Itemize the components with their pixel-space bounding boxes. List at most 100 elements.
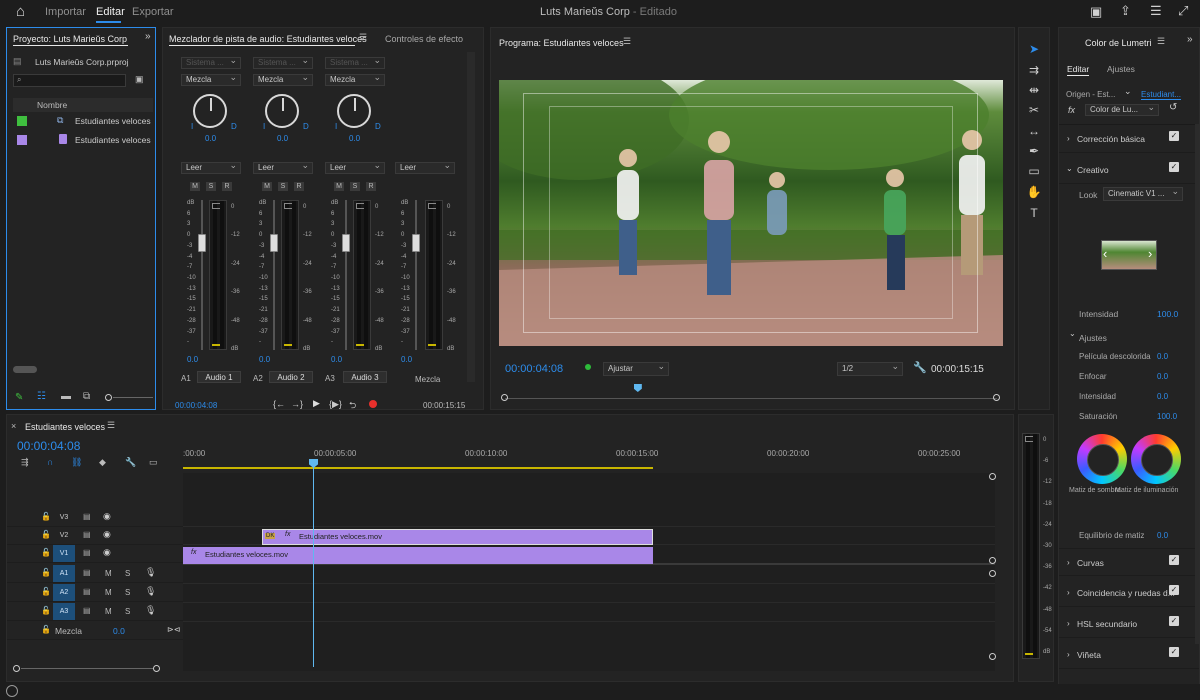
microphone-icon[interactable]: 🎙 — [145, 605, 156, 616]
add-marker-icon[interactable]: ◆ — [99, 457, 106, 468]
microphone-icon[interactable]: 🎙 — [145, 586, 156, 597]
wrench-icon[interactable]: 🔧 — [913, 361, 927, 374]
volume-fader-handle[interactable] — [412, 234, 420, 252]
track-target-v3[interactable]: V3 — [53, 509, 75, 526]
go-to-out-icon[interactable]: →} — [291, 399, 303, 409]
section-vineta[interactable]: › Viñeta ✓ — [1059, 641, 1199, 669]
subtab-editar[interactable]: Editar — [1067, 64, 1089, 74]
program-timecode[interactable]: 00:00:04:08 — [505, 363, 563, 375]
subtab-ajustes[interactable]: Ajustes — [1107, 64, 1135, 74]
snap-icon[interactable]: ∩ — [47, 457, 53, 467]
nav-editar[interactable]: Editar — [96, 6, 125, 18]
section-toggle-checkbox[interactable]: ✓ — [1169, 162, 1179, 172]
go-to-in-icon[interactable]: {← — [273, 399, 285, 409]
track-target-a2[interactable]: A2 — [53, 584, 75, 601]
fader-value[interactable]: 0.0 — [259, 355, 270, 364]
timeline-menu-icon[interactable]: ☰ — [107, 420, 115, 431]
list-view-icon[interactable]: ☷ — [37, 391, 46, 402]
project-search-input[interactable]: ⌕ — [13, 74, 126, 87]
icon-view-icon[interactable]: ▬ — [61, 391, 71, 402]
linked-selection-icon[interactable]: ⛓ — [71, 457, 82, 468]
look-dropdown[interactable]: Cinematic V1 ... — [1103, 187, 1183, 201]
eye-icon[interactable]: ◉ — [103, 529, 111, 540]
eye-icon[interactable]: ◉ — [103, 547, 111, 558]
chevron-right-icon[interactable]: › — [1148, 246, 1152, 261]
program-tab[interactable]: Programa: Estudiantes veloces — [499, 38, 624, 48]
fullscreen-icon[interactable]: ⤢ — [1178, 3, 1188, 19]
adjust-value[interactable]: 100.0 — [1157, 412, 1177, 421]
ajustes-label[interactable]: Ajustes — [1079, 333, 1107, 343]
panel-overflow-icon[interactable]: » — [1187, 34, 1193, 45]
section-toggle-checkbox[interactable]: ✓ — [1169, 555, 1179, 565]
section-toggle-checkbox[interactable]: ✓ — [1169, 647, 1179, 657]
effect-dropdown[interactable]: Color de Lu... — [1085, 104, 1159, 116]
program-video-frame[interactable] — [499, 80, 1003, 346]
channel-name-a1[interactable]: Audio 1 — [197, 371, 241, 383]
lumetri-v-scrollbar[interactable] — [1195, 124, 1199, 644]
captions-icon[interactable]: ▭ — [149, 457, 158, 468]
volume-fader-handle[interactable] — [198, 234, 206, 252]
nav-importar[interactable]: Importar — [45, 6, 86, 18]
time-ruler[interactable]: :00:00 00:00:05:00 00:00:10:00 00:00:15:… — [183, 441, 995, 471]
section-correccion-basica[interactable]: › Corrección básica ✓ — [1059, 125, 1199, 153]
close-sequence-icon[interactable]: × — [11, 421, 16, 431]
fader-value[interactable]: 0.0 — [187, 355, 198, 364]
zoom-slider-track[interactable] — [113, 397, 153, 398]
fader-value[interactable]: 0.0 — [401, 355, 412, 364]
slip-icon[interactable]: ↔ — [1025, 122, 1043, 140]
rectangle-icon[interactable]: ▭ — [1025, 162, 1043, 180]
lock-icon[interactable]: 🔓 — [41, 606, 51, 615]
pen-icon[interactable]: ✒ — [1025, 142, 1043, 160]
nav-exportar[interactable]: Exportar — [132, 6, 174, 18]
clip-v2[interactable]: DK fx Estudiantes veloces.mov — [262, 529, 653, 545]
track-target-a3[interactable]: A3 — [53, 603, 75, 620]
new-bin-icon[interactable]: ▣ — [135, 74, 144, 85]
workspaces-icon[interactable]: ☰ — [1150, 3, 1162, 19]
lock-icon[interactable]: 🔓 — [41, 587, 51, 596]
loop-icon[interactable]: ⮌ — [349, 398, 356, 409]
lock-icon[interactable]: 🔓 — [41, 568, 51, 577]
volume-fader-handle[interactable] — [270, 234, 278, 252]
channel-name-a3[interactable]: Audio 3 — [343, 371, 387, 383]
pencil-icon[interactable]: ✎ — [15, 392, 23, 403]
chevron-left-icon[interactable]: ‹ — [1103, 246, 1107, 261]
type-tool-icon[interactable]: T — [1025, 204, 1043, 222]
microphone-icon[interactable]: 🎙 — [145, 567, 156, 578]
sync-lock-icon[interactable]: ▤ — [83, 530, 91, 539]
freeform-view-icon[interactable]: ⧉ — [83, 391, 90, 402]
track-target-a1[interactable]: A1 — [53, 565, 75, 582]
program-scrubber[interactable] — [501, 384, 1001, 402]
lock-icon[interactable]: 🔓 — [41, 530, 51, 539]
go-to-edit-icon[interactable]: ⊳⊲ — [167, 625, 180, 634]
lock-icon[interactable]: 🔓 — [41, 512, 51, 521]
zoom-slider-handle[interactable] — [105, 394, 112, 401]
volume-fader-handle[interactable] — [342, 234, 350, 252]
section-toggle-checkbox[interactable]: ✓ — [1169, 616, 1179, 626]
program-menu-icon[interactable]: ☰ — [623, 36, 631, 47]
scrubber-start-handle[interactable] — [501, 394, 508, 401]
h-scroll-handle-left[interactable] — [13, 665, 20, 672]
project-item-2[interactable]: Estudiantes veloces — [13, 133, 153, 149]
look-preview-thumbnail[interactable]: ‹ › — [1101, 240, 1157, 270]
sync-lock-icon[interactable]: ▤ — [83, 548, 91, 557]
track-select-icon[interactable]: ⇉ — [1025, 61, 1043, 79]
mix-value[interactable]: 0.0 — [113, 626, 125, 636]
share-icon[interactable]: ⇪ — [1120, 3, 1131, 19]
mixer-timecode-left[interactable]: 00:00:04:08 — [175, 401, 217, 409]
clip-v1[interactable]: fx Estudiantes veloces.mov — [183, 547, 653, 564]
scroll-handle-mid-bottom[interactable] — [989, 570, 996, 577]
lock-icon[interactable]: 🔓 — [41, 548, 51, 557]
lock-icon[interactable]: 🔓 — [41, 625, 51, 634]
solo-button[interactable]: S — [125, 607, 130, 616]
adjust-value[interactable]: 0.0 — [1157, 392, 1168, 401]
section-hsl-secundario[interactable]: › HSL secundario ✓ — [1059, 610, 1199, 638]
timeline-timecode[interactable]: 00:00:04:08 — [17, 439, 80, 453]
loop-in-out-icon[interactable]: {▶} — [329, 399, 342, 409]
eye-icon[interactable]: ◉ — [103, 511, 111, 522]
shadow-tint-wheel[interactable] — [1077, 434, 1127, 484]
channel-name-a2[interactable]: Audio 2 — [269, 371, 313, 383]
section-creativo[interactable]: ⌄ Creativo ✓ — [1059, 156, 1199, 184]
play-icon[interactable]: ▶ — [313, 398, 320, 409]
section-curvas[interactable]: › Curvas ✓ — [1059, 548, 1199, 576]
program-playhead[interactable] — [633, 384, 642, 392]
